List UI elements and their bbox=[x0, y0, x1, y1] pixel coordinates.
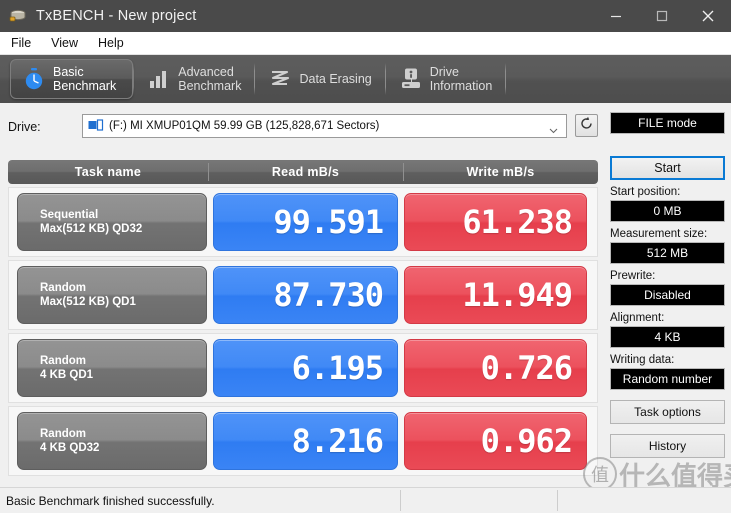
stopwatch-icon bbox=[22, 66, 46, 92]
menu-item-help[interactable]: Help bbox=[89, 33, 133, 53]
writing-data-value[interactable]: Random number bbox=[610, 368, 725, 390]
txbench-window: TxBENCH - New project File View Help Bas… bbox=[0, 0, 731, 513]
task-name-line1: Random bbox=[40, 355, 86, 367]
alignment-value[interactable]: 4 KB bbox=[610, 326, 725, 348]
bar-chart-icon bbox=[147, 66, 171, 92]
drive-info-icon bbox=[399, 66, 423, 92]
status-message: Basic Benchmark finished successfully. bbox=[6, 493, 215, 508]
status-segment-3 bbox=[557, 488, 731, 513]
drive-small-icon bbox=[88, 119, 104, 133]
menu-bar: File View Help bbox=[0, 32, 731, 55]
table-row: Random 4 KB QD1 6.195 0.726 bbox=[8, 333, 598, 403]
read-value: 87.730 bbox=[213, 266, 398, 324]
tab-label-basic-benchmark: Basic Benchmark bbox=[53, 64, 117, 94]
tab-basic-benchmark[interactable]: Basic Benchmark bbox=[10, 59, 134, 99]
write-value: 0.726 bbox=[404, 339, 587, 397]
drive-select[interactable]: (F:) MI XMUP01QM 59.99 GB (125,828,671 S… bbox=[82, 114, 567, 138]
tab-drive-information[interactable]: Drive Information bbox=[386, 55, 506, 103]
task-name-line2: Max(512 KB) QD32 bbox=[40, 223, 143, 235]
column-header-read: Read mB/s bbox=[208, 160, 403, 184]
tab-label-data-erasing: Data Erasing bbox=[299, 71, 372, 86]
table-row: Random Max(512 KB) QD1 87.730 11.949 bbox=[8, 260, 598, 330]
minimize-button[interactable] bbox=[593, 0, 639, 32]
status-bar: Basic Benchmark finished successfully. bbox=[0, 487, 731, 513]
table-row: Sequential Max(512 KB) QD32 99.591 61.23… bbox=[8, 187, 598, 257]
column-header-task-name: Task name bbox=[74, 165, 142, 179]
start-position-value[interactable]: 0 MB bbox=[610, 200, 725, 222]
write-value: 11.949 bbox=[404, 266, 587, 324]
tab-strip: Basic Benchmark Advanced Benchmark Data … bbox=[0, 55, 731, 103]
task-name-line1: Random bbox=[40, 282, 86, 294]
eraser-wave-icon bbox=[268, 66, 292, 92]
results-panel: Task name Read mB/s Write mB/s Sequentia… bbox=[8, 160, 598, 482]
tab-label-advanced-benchmark: Advanced Benchmark bbox=[178, 64, 242, 94]
writing-data-label: Writing data: bbox=[610, 354, 675, 366]
task-button-random-512k-qd1[interactable]: Random Max(512 KB) QD1 bbox=[17, 266, 207, 324]
read-value: 8.216 bbox=[213, 412, 398, 470]
refresh-icon bbox=[579, 116, 594, 136]
write-value: 0.962 bbox=[404, 412, 587, 470]
task-name-line2: 4 KB QD32 bbox=[40, 442, 100, 454]
start-position-label: Start position: bbox=[610, 186, 681, 198]
window-controls bbox=[593, 0, 731, 32]
window-title: TxBENCH - New project bbox=[36, 8, 197, 24]
measurement-size-label: Measurement size: bbox=[610, 228, 708, 240]
task-button-random-4k-qd32[interactable]: Random 4 KB QD32 bbox=[17, 412, 207, 470]
tab-data-erasing[interactable]: Data Erasing bbox=[255, 55, 384, 103]
table-row: Random 4 KB QD32 8.216 0.962 bbox=[8, 406, 598, 476]
write-value: 61.238 bbox=[404, 193, 587, 251]
alignment-label: Alignment: bbox=[610, 312, 665, 324]
drive-selected-value: (F:) MI XMUP01QM 59.99 GB (125,828,671 S… bbox=[109, 120, 380, 132]
tab-advanced-benchmark[interactable]: Advanced Benchmark bbox=[134, 55, 254, 103]
prewrite-label: Prewrite: bbox=[610, 270, 656, 282]
status-segment-2 bbox=[400, 488, 557, 513]
task-button-sequential-qd32[interactable]: Sequential Max(512 KB) QD32 bbox=[17, 193, 207, 251]
results-header-row: Task name Read mB/s Write mB/s bbox=[8, 160, 598, 184]
measurement-size-value[interactable]: 512 MB bbox=[610, 242, 725, 264]
task-button-random-4k-qd1[interactable]: Random 4 KB QD1 bbox=[17, 339, 207, 397]
refresh-drives-button[interactable] bbox=[575, 114, 598, 137]
task-options-button[interactable]: Task options bbox=[610, 400, 725, 424]
maximize-button[interactable] bbox=[639, 0, 685, 32]
menu-item-view[interactable]: View bbox=[42, 33, 87, 53]
task-name-line1: Random bbox=[40, 428, 86, 440]
task-name-line1: Sequential bbox=[40, 209, 99, 221]
title-bar: TxBENCH - New project bbox=[0, 0, 731, 32]
options-panel: FILE mode Start Start position: 0 MB Mea… bbox=[610, 112, 725, 458]
task-name-line2: 4 KB QD1 bbox=[40, 369, 94, 381]
column-header-write: Write mB/s bbox=[403, 160, 598, 184]
menu-item-file[interactable]: File bbox=[2, 33, 40, 53]
chevron-down-icon[interactable] bbox=[549, 122, 558, 133]
drive-label: Drive: bbox=[8, 120, 41, 134]
task-name-line2: Max(512 KB) QD1 bbox=[40, 296, 136, 308]
tab-divider-4 bbox=[505, 63, 507, 95]
start-button[interactable]: Start bbox=[610, 156, 725, 180]
close-button[interactable] bbox=[685, 0, 731, 32]
history-button[interactable]: History bbox=[610, 434, 725, 458]
read-value: 6.195 bbox=[213, 339, 398, 397]
prewrite-value[interactable]: Disabled bbox=[610, 284, 725, 306]
read-value: 99.591 bbox=[213, 193, 398, 251]
tab-label-drive-information: Drive Information bbox=[429, 64, 493, 94]
app-drive-icon bbox=[8, 8, 28, 24]
file-mode-display[interactable]: FILE mode bbox=[610, 112, 725, 134]
